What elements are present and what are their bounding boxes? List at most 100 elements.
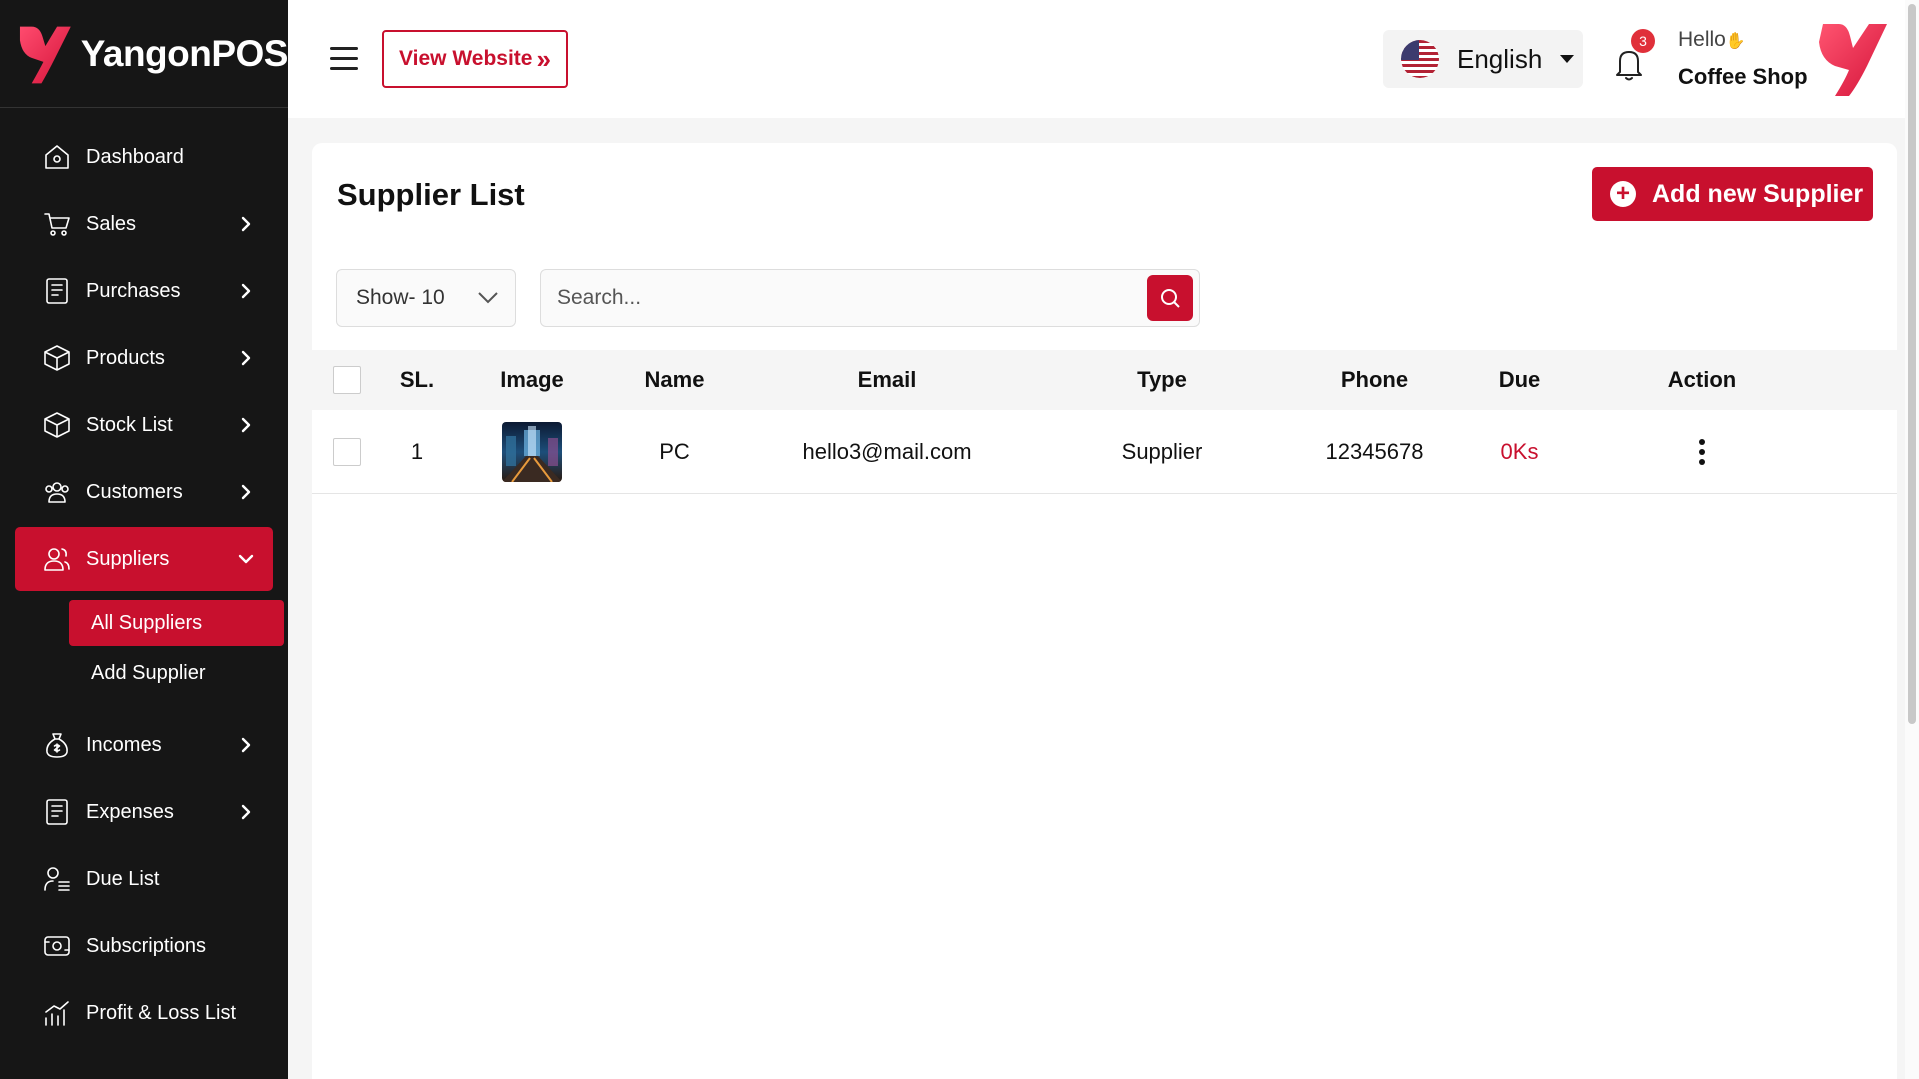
double-chevron-right-icon: » bbox=[536, 44, 551, 74]
menu-toggle-icon[interactable] bbox=[330, 47, 358, 70]
sidebar-item-label: Suppliers bbox=[86, 547, 170, 570]
plus-circle-icon: + bbox=[1610, 181, 1636, 207]
box-icon bbox=[44, 412, 70, 438]
column-header-image[interactable]: Image bbox=[462, 350, 602, 410]
sidebar-item-sales[interactable]: Sales bbox=[15, 192, 273, 256]
page-title: Supplier List bbox=[337, 177, 525, 212]
column-header-action: Action bbox=[1667, 367, 1737, 392]
wave-icon: ✋ bbox=[1725, 33, 1746, 50]
sidebar-item-label: Due List bbox=[86, 867, 160, 890]
cell-phone: 12345678 bbox=[1325, 438, 1424, 464]
table-header: SL. Image Name Email Type Phone Due Acti… bbox=[312, 350, 1897, 410]
column-header-type[interactable]: Type bbox=[1027, 350, 1297, 410]
money-bag-icon bbox=[46, 733, 68, 758]
page-size-label: Show- 10 bbox=[356, 286, 445, 309]
greeting-text: Hello bbox=[1678, 28, 1726, 51]
suppliers-submenu: All Suppliers Add Supplier bbox=[0, 594, 288, 710]
column-header-sl[interactable]: SL. bbox=[372, 350, 462, 410]
table-row: 1 PC hello3@mail.com Supplier 12345678 0… bbox=[312, 410, 1897, 494]
search-input[interactable] bbox=[557, 286, 1117, 310]
home-icon bbox=[45, 145, 69, 169]
search-icon bbox=[1161, 289, 1180, 308]
chevron-right-icon bbox=[241, 350, 251, 366]
sidebar-item-label: Purchases bbox=[86, 279, 181, 302]
sidebar-item-subscriptions[interactable]: Subscriptions bbox=[15, 914, 273, 978]
receipt-icon bbox=[46, 278, 68, 304]
cart-icon bbox=[44, 213, 70, 236]
receipt-icon bbox=[46, 799, 68, 825]
chevron-right-icon bbox=[241, 283, 251, 299]
sidebar-nav: Dashboard Sales Purchases Products Stock… bbox=[0, 108, 288, 1045]
sidebar-item-purchases[interactable]: Purchases bbox=[15, 259, 273, 323]
sidebar-item-label: Subscriptions bbox=[86, 934, 207, 957]
cell-name: PC bbox=[659, 438, 690, 464]
supplier-list-card: Supplier List + Add new Supplier Show- 1… bbox=[312, 143, 1897, 1079]
sidebar-item-dashboard[interactable]: Dashboard bbox=[15, 125, 273, 189]
chevron-right-icon bbox=[241, 737, 251, 753]
page-size-select[interactable]: Show- 10 bbox=[336, 269, 516, 327]
top-header: View Website » English 3 Hello✋ Coffee S… bbox=[288, 0, 1919, 118]
sidebar-item-label: Dashboard bbox=[86, 145, 184, 168]
cell-action bbox=[1587, 410, 1817, 493]
search-button[interactable] bbox=[1147, 275, 1193, 321]
sidebar-item-label: Products bbox=[86, 346, 165, 369]
cell-email: hello3@mail.com bbox=[802, 438, 972, 464]
submenu-item-all-suppliers[interactable]: All Suppliers bbox=[69, 600, 284, 646]
sidebar-item-label: Profit & Loss List bbox=[86, 1001, 237, 1024]
sidebar-item-due-list[interactable]: Due List bbox=[15, 847, 273, 911]
brand[interactable]: YangonPOS bbox=[0, 0, 289, 108]
sidebar-item-label: Stock List bbox=[86, 413, 173, 436]
page-scrollbar-thumb[interactable] bbox=[1908, 4, 1916, 724]
sidebar-item-label: Expenses bbox=[86, 800, 174, 823]
cell-due: 0Ks bbox=[1500, 438, 1539, 464]
chevron-right-icon bbox=[241, 417, 251, 433]
notification-badge: 3 bbox=[1631, 29, 1655, 53]
supplier-table: SL. Image Name Email Type Phone Due Acti… bbox=[312, 350, 1897, 494]
us-flag-icon bbox=[1401, 40, 1439, 78]
caret-down-icon bbox=[1560, 55, 1575, 63]
column-header-phone[interactable]: Phone bbox=[1297, 350, 1452, 410]
row-checkbox[interactable] bbox=[333, 437, 361, 466]
box-icon bbox=[44, 345, 70, 371]
chart-icon bbox=[45, 1001, 69, 1026]
column-header-name[interactable]: Name bbox=[602, 350, 747, 410]
greeting: Hello✋ bbox=[1678, 28, 1746, 52]
more-actions-icon[interactable] bbox=[1699, 438, 1705, 465]
user-name: Coffee Shop bbox=[1678, 64, 1808, 89]
sidebar-item-products[interactable]: Products bbox=[15, 326, 273, 390]
column-header-email[interactable]: Email bbox=[747, 350, 1027, 410]
subscription-icon bbox=[44, 936, 70, 956]
column-header-due[interactable]: Due bbox=[1452, 350, 1587, 410]
sidebar-item-profit-loss[interactable]: Profit & Loss List bbox=[15, 981, 273, 1045]
chevron-down-icon bbox=[238, 554, 254, 564]
supplier-image bbox=[502, 421, 562, 482]
sidebar-item-label: Incomes bbox=[86, 733, 162, 756]
chevron-down-icon bbox=[478, 292, 498, 304]
add-new-supplier-label: Add new Supplier bbox=[1652, 179, 1864, 208]
sidebar-item-expenses[interactable]: Expenses bbox=[15, 780, 273, 844]
user-group-icon bbox=[44, 548, 70, 571]
chevron-right-icon bbox=[241, 216, 251, 232]
add-new-supplier-button[interactable]: + Add new Supplier bbox=[1592, 167, 1873, 221]
avatar[interactable] bbox=[1813, 18, 1893, 98]
sidebar-item-suppliers[interactable]: Suppliers bbox=[15, 527, 273, 591]
sidebar-item-customers[interactable]: Customers bbox=[15, 460, 273, 524]
view-website-button[interactable]: View Website » bbox=[382, 30, 568, 88]
sidebar-item-stock-list[interactable]: Stock List bbox=[15, 393, 273, 457]
submenu-item-add-supplier[interactable]: Add Supplier bbox=[69, 650, 284, 696]
brand-name: YangonPOS bbox=[80, 32, 289, 74]
user-list-icon bbox=[44, 867, 70, 891]
page-scrollbar-track[interactable] bbox=[1905, 0, 1919, 1079]
users-icon bbox=[45, 482, 69, 503]
yangonpos-logo bbox=[19, 26, 71, 83]
language-label: English bbox=[1457, 43, 1543, 74]
sidebar: YangonPOS Dashboard Sales Purchases Prod… bbox=[0, 0, 289, 1079]
sidebar-item-incomes[interactable]: Incomes bbox=[15, 713, 273, 777]
language-selector[interactable]: English bbox=[1383, 30, 1583, 88]
row-select-cell bbox=[332, 410, 362, 493]
select-all-cell bbox=[332, 350, 362, 410]
search-box bbox=[540, 269, 1200, 327]
sidebar-item-label: Customers bbox=[86, 480, 183, 503]
select-all-checkbox[interactable] bbox=[333, 366, 361, 394]
sidebar-item-label: Sales bbox=[86, 212, 137, 235]
